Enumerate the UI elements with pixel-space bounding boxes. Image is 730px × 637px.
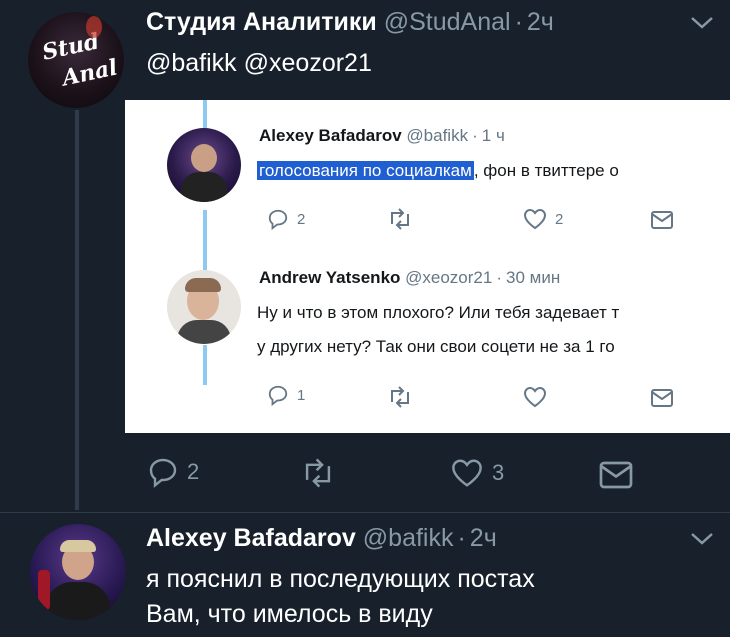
tweet-divider bbox=[0, 512, 730, 513]
tweet2-separator: · bbox=[457, 524, 466, 552]
tweet1-header: Студия Аналитики @StudAnal · 2ч bbox=[146, 8, 554, 37]
thread-line bbox=[75, 110, 79, 510]
embedded-reply2-header: Andrew Yatsenko @xeozor21 · 30 мин bbox=[259, 268, 560, 288]
embedded-reply1-like-action[interactable]: 2 bbox=[523, 208, 563, 230]
embedded-reply1-retweet-icon[interactable] bbox=[387, 208, 413, 235]
tweet1-like-action[interactable]: 3 bbox=[450, 458, 504, 488]
avatar-studanal[interactable]: Stud Anal bbox=[28, 12, 124, 108]
embedded-reply1-separator: · bbox=[472, 126, 478, 145]
avatar-bafadarov[interactable] bbox=[30, 524, 126, 620]
embedded-avatar2-hair bbox=[185, 278, 221, 292]
avatar-bafadarov-hair bbox=[60, 540, 96, 552]
embedded-reply2-reply-count: 1 bbox=[297, 386, 306, 404]
tweet1-separator: · bbox=[514, 8, 523, 36]
embedded-reply1-highlight: голосования по социалкам bbox=[257, 161, 474, 180]
embedded-reply1-handle[interactable]: @bafikk bbox=[406, 126, 468, 145]
tweet1-dm-icon[interactable] bbox=[598, 460, 634, 495]
embedded-reply1-time[interactable]: 1 ч bbox=[482, 126, 505, 145]
embedded-reply2-time[interactable]: 30 мин bbox=[506, 268, 560, 287]
embedded-thread-line-top bbox=[203, 100, 207, 130]
tweet1-retweet-icon[interactable] bbox=[300, 458, 336, 493]
embedded-thread-line-bottom bbox=[203, 345, 207, 385]
embedded-reply2-name[interactable]: Andrew Yatsenko bbox=[259, 268, 400, 287]
embedded-reply2-handle[interactable]: @xeozor21 bbox=[405, 268, 492, 287]
embedded-reply2-reply-action[interactable]: 1 bbox=[267, 384, 305, 406]
tweet1-reply-action[interactable]: 2 bbox=[147, 456, 199, 488]
embedded-thread-line-mid bbox=[203, 210, 207, 270]
tweet1-mentions[interactable]: @bafikk @xeozor21 bbox=[146, 46, 372, 80]
tweet1-display-name[interactable]: Студия Аналитики bbox=[146, 8, 377, 36]
reply-icon bbox=[149, 458, 177, 488]
embedded-reply2-like-icon[interactable] bbox=[523, 386, 547, 413]
embedded-avatar-bafadarov[interactable] bbox=[167, 128, 241, 202]
embedded-reply1-reply-action[interactable]: 2 bbox=[267, 208, 305, 230]
tweet1-time[interactable]: 2ч bbox=[527, 8, 554, 36]
embedded-reply1-name[interactable]: Alexey Bafadarov bbox=[259, 126, 402, 145]
embedded-avatar-face bbox=[191, 144, 217, 172]
tweet2-display-name[interactable]: Alexey Bafadarov bbox=[146, 524, 356, 552]
avatar-accent bbox=[86, 16, 102, 38]
avatar-bafadarov-chair bbox=[38, 570, 50, 610]
tweet2-line2: Вам, что имелось в виду bbox=[146, 600, 433, 628]
tweet2-handle[interactable]: @bafikk bbox=[363, 524, 454, 552]
embedded-reply1-rest: , фон в твиттере о bbox=[473, 161, 619, 180]
tweet2-header: Alexey Bafadarov @bafikk · 2ч bbox=[146, 524, 497, 553]
tweet2-time[interactable]: 2ч bbox=[470, 524, 497, 552]
avatar-bafadarov-body bbox=[46, 582, 110, 620]
tweet2-caret-icon[interactable] bbox=[690, 530, 714, 548]
embedded-reply1-header: Alexey Bafadarov @bafikk · 1 ч bbox=[259, 126, 505, 146]
embedded-reply1-text: голосования по социалкам, фон в твиттере… bbox=[257, 156, 619, 186]
embedded-reply2-separator: · bbox=[496, 268, 503, 287]
embedded-avatar-body bbox=[181, 172, 227, 202]
embedded-reply1-reply-count: 2 bbox=[297, 210, 306, 228]
embedded-reply2-retweet-icon[interactable] bbox=[387, 386, 413, 413]
embedded-screenshot: Alexey Bafadarov @bafikk · 1 ч голосования… bbox=[125, 100, 730, 433]
heart-icon bbox=[452, 459, 482, 487]
heart-icon bbox=[523, 208, 547, 230]
embedded-reply1-like-count: 2 bbox=[555, 210, 564, 228]
reply-icon bbox=[268, 385, 288, 406]
embedded-reply2-line1: Ну и что в этом плохого? Или тебя задева… bbox=[257, 303, 620, 322]
tweet1-like-count: 3 bbox=[492, 460, 505, 485]
tweet1-handle[interactable]: @StudAnal bbox=[384, 8, 511, 36]
embedded-reply2-line2: у других нету? Так они свои соцети не за… bbox=[257, 337, 615, 356]
tweet1-caret-icon[interactable] bbox=[690, 14, 714, 32]
tweet1-reply-count: 2 bbox=[187, 459, 200, 484]
tweet2-line1: я пояснил в последующих постах bbox=[146, 565, 535, 593]
embedded-avatar-yatsenko[interactable] bbox=[167, 270, 241, 344]
reply-icon bbox=[268, 209, 288, 230]
embedded-reply1-dm-icon[interactable] bbox=[650, 210, 674, 235]
embedded-avatar2-body bbox=[177, 320, 231, 344]
embedded-reply2-dm-icon[interactable] bbox=[650, 388, 674, 413]
